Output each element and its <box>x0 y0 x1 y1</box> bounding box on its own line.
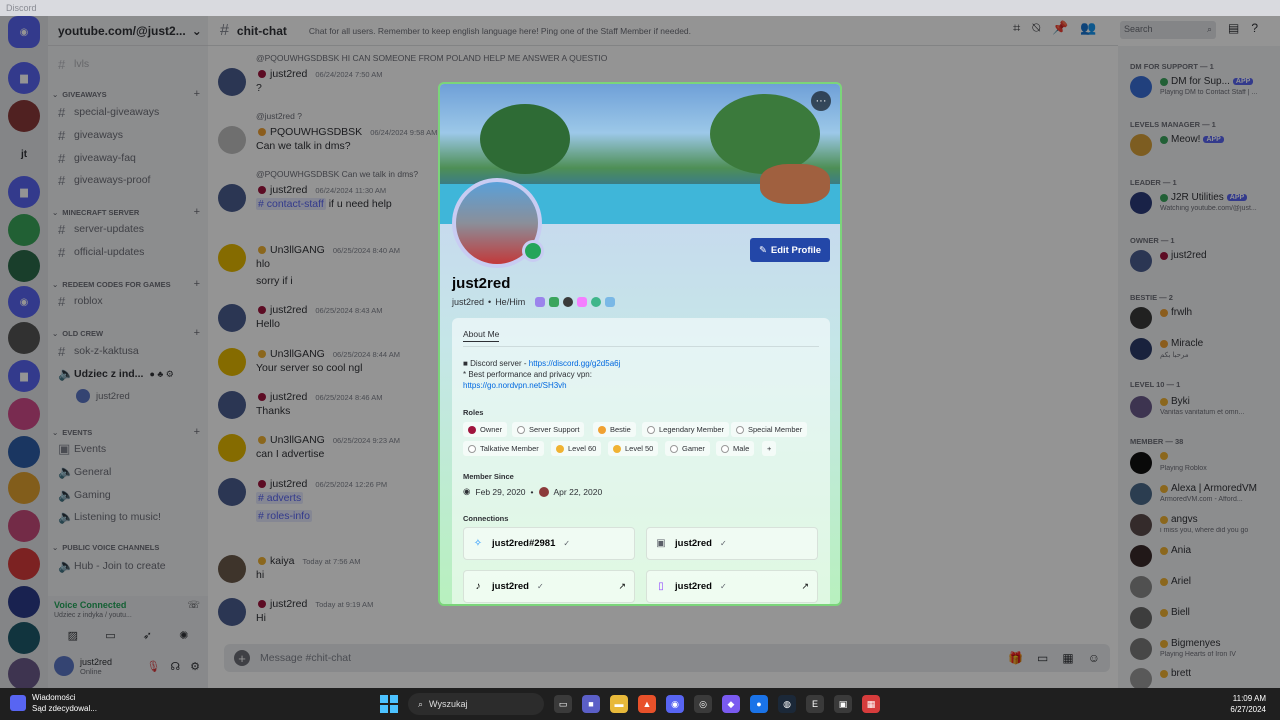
widget-text: Sąd zdecydowal... <box>32 704 97 713</box>
windows-taskbar: Wiadomości Sąd zdecydowal... ⌕ Wyszukaj ▭ … <box>0 688 1280 720</box>
early-badge-icon[interactable] <box>605 297 616 307</box>
app-icon-blue[interactable]: ● <box>750 695 768 713</box>
role-label: Server Support <box>529 425 580 434</box>
member-since: ◉ Feb 29, 2020 • Apr 22, 2020 <box>463 486 602 497</box>
role-label: Owner <box>480 425 503 434</box>
taskbar-search-label: Wyszukaj <box>429 699 468 709</box>
twitch-icon: ▯ <box>658 581 664 592</box>
role-chip[interactable]: Bestie <box>593 422 636 437</box>
verified-icon: ✓ <box>719 539 727 548</box>
member-since-label: Member Since <box>463 472 514 481</box>
profile-card: About Me ■ Discord server - https://disc… <box>452 318 830 604</box>
taskbar-apps: ⌕ Wyszukaj ▭ ■ ▬ ▲ ◉ ◎ ◆ ● ◍ E ▣ ▦ <box>380 693 880 715</box>
online-status-icon <box>522 240 544 262</box>
separator: • <box>488 297 492 307</box>
server-icon <box>538 486 549 497</box>
steam-icon[interactable]: ◍ <box>778 695 796 713</box>
widget-title: Wiadomości <box>32 693 76 702</box>
about-line: Discord server - <box>470 359 529 368</box>
connection-name: just2red#2981 <box>492 538 556 549</box>
role-label: Bestie <box>610 425 631 434</box>
connection-item[interactable]: ▯ just2red ✓ ↗ <box>646 570 818 603</box>
profile-avatar[interactable] <box>452 178 544 268</box>
profile-pronouns: He/Him <box>495 297 526 307</box>
role-label: Gamer <box>682 444 705 453</box>
task-view-icon[interactable]: ▭ <box>554 695 572 713</box>
profile-display-name: just2red <box>452 275 511 292</box>
connection-name: just2red <box>675 581 712 592</box>
role-label: Legendary Member <box>659 425 725 434</box>
brave-icon[interactable]: ▲ <box>638 695 656 713</box>
connections-label: Connections <box>463 514 509 523</box>
role-label: Level 50 <box>625 444 654 453</box>
connection-item[interactable]: ✧ just2red#2981 ✓ <box>463 527 635 560</box>
server-since-date: Apr 22, 2020 <box>553 486 603 497</box>
role-chip[interactable]: Talkative Member <box>463 441 544 456</box>
quest-badge-icon[interactable] <box>563 297 574 307</box>
connection-name: just2red <box>675 538 712 549</box>
epic-games-icon[interactable]: E <box>806 695 824 713</box>
app-icon-circle[interactable]: ◎ <box>694 695 712 713</box>
search-icon: ⌕ <box>418 698 424 709</box>
discord-taskbar-icon[interactable]: ◉ <box>666 695 684 713</box>
clock-time: 11:09 AM <box>1232 694 1266 703</box>
app-icon-monitor[interactable]: ▣ <box>834 695 852 713</box>
app-icon-diamond[interactable]: ◆ <box>722 695 740 713</box>
connection-item[interactable]: ▣ just2red ✓ <box>646 527 818 560</box>
tiktok-icon: ♪ <box>475 581 481 592</box>
verified-icon: ✓ <box>536 582 544 591</box>
chat-app-icon[interactable]: ■ <box>582 695 600 713</box>
taskbar-search[interactable]: ⌕ Wyszukaj <box>408 693 544 715</box>
connection-name: just2red <box>492 581 529 592</box>
role-label: Talkative Member <box>480 444 539 453</box>
external-link-icon[interactable]: ↗ <box>618 581 626 592</box>
role-chip[interactable]: Owner <box>463 422 508 437</box>
hypesquad-badge-icon[interactable] <box>577 297 588 307</box>
nitro-badge-icon[interactable] <box>535 297 546 307</box>
pencil-icon: ✎ <box>758 244 767 256</box>
connection-item[interactable]: ♪ just2red ✓ ↗ <box>463 570 635 603</box>
separator: • <box>530 486 534 497</box>
news-widget[interactable]: Wiadomości Sąd zdecydowal... <box>10 692 97 714</box>
vpn-link[interactable]: https://go.nordvpn.net/SH3vh <box>463 381 567 390</box>
role-chip[interactable]: Special Member <box>731 422 808 437</box>
add-role-button[interactable]: + <box>762 441 777 456</box>
system-clock[interactable]: 11:09 AM 6/27/2024 <box>1230 693 1266 715</box>
windows-start-icon[interactable] <box>380 695 398 713</box>
verified-icon: ✓ <box>563 539 571 548</box>
battlenet-icon: ✧ <box>473 538 483 549</box>
boost-badge-icon[interactable] <box>549 297 560 307</box>
roles-label: Roles <box>463 408 484 417</box>
epic-icon: ▣ <box>656 538 666 549</box>
edit-profile-label: Edit Profile <box>770 244 822 256</box>
role-chip[interactable]: Level 50 <box>608 441 659 456</box>
profile-username: just2red <box>452 297 485 307</box>
widgets-icon <box>10 695 26 711</box>
tab-about-me[interactable]: About Me <box>463 329 500 342</box>
about-line: * Best performance and privacy vpn: <box>463 370 592 379</box>
file-explorer-icon[interactable]: ▬ <box>610 695 628 713</box>
role-label: Level 60 <box>568 444 597 453</box>
discord-since-date: Feb 29, 2020 <box>475 486 526 497</box>
role-chip[interactable]: Male <box>716 441 755 456</box>
role-chip[interactable]: Level 60 <box>551 441 602 456</box>
profile-tagline: just2red • He/Him <box>452 297 616 307</box>
discord-logo-icon: ◉ <box>463 486 471 496</box>
about-me-text: ■ Discord server - https://discord.gg/g2… <box>463 359 621 390</box>
external-link-icon[interactable]: ↗ <box>801 581 809 592</box>
clock-date: 6/27/2024 <box>1230 705 1266 714</box>
role-chip[interactable]: Server Support <box>512 422 585 437</box>
discord-invite-link[interactable]: https://discord.gg/g2d5a6j <box>529 359 621 368</box>
role-chip[interactable]: Legendary Member <box>642 422 730 437</box>
role-label: Male <box>733 444 750 453</box>
window-title: Discord <box>0 0 1280 16</box>
edit-profile-button[interactable]: ✎ Edit Profile <box>750 238 830 262</box>
role-chip[interactable]: Gamer <box>665 441 710 456</box>
role-label: Special Member <box>748 425 803 434</box>
verified-icon: ✓ <box>719 582 727 591</box>
app-icon-red[interactable]: ▦ <box>862 695 880 713</box>
more-options-icon[interactable]: ··· <box>811 91 831 111</box>
profile-modal: ··· ✎ Edit Profile just2red just2red • He… <box>438 82 842 606</box>
active-dev-badge-icon[interactable] <box>591 297 602 307</box>
